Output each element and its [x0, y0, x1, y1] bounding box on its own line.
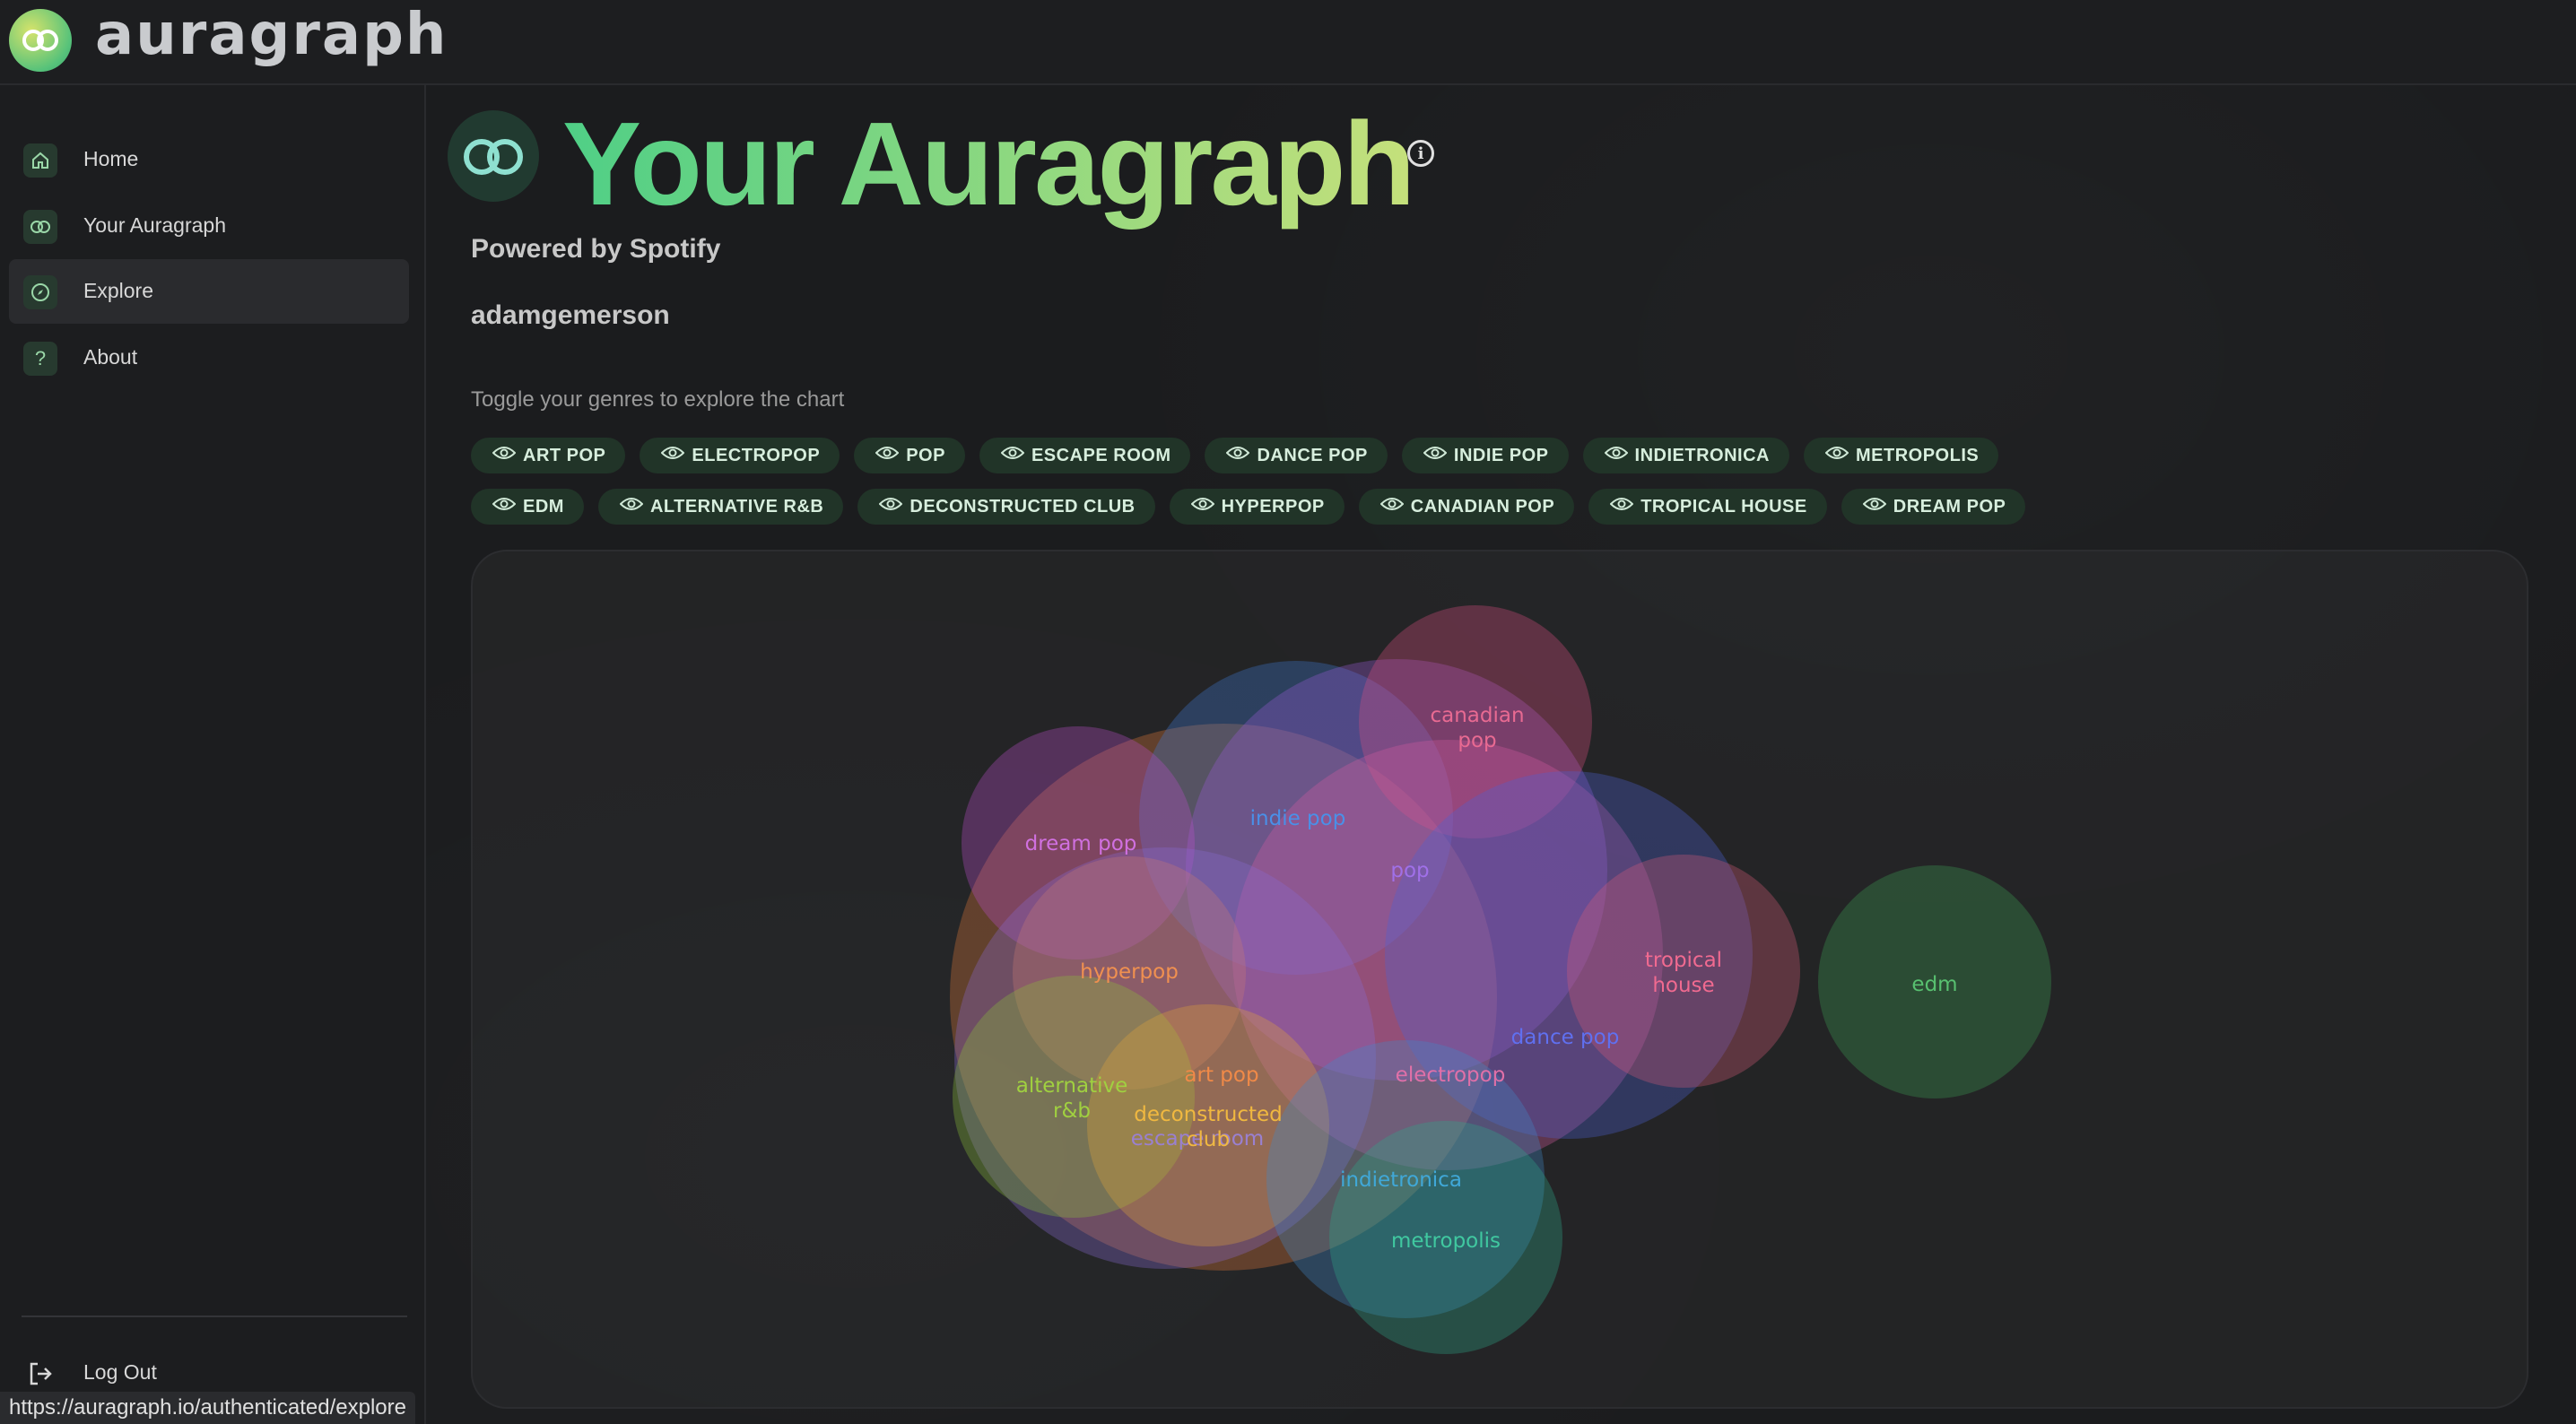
genre-chip-label: HYPERPOP	[1221, 497, 1325, 517]
eye-icon	[660, 437, 685, 473]
eye-icon	[1824, 437, 1849, 473]
sidebar: Home Your Auragraph Explore ? About Log …	[0, 85, 426, 1424]
compass-icon	[23, 275, 57, 309]
genre-chip[interactable]: EDM	[471, 489, 584, 525]
sidebar-item-about[interactable]: ? About	[9, 326, 409, 390]
genre-chip[interactable]: INDIETRONICA	[1582, 437, 1789, 473]
status-bar-url: https://auragraph.io/authenticated/explo…	[0, 1392, 415, 1424]
eye-icon	[1190, 488, 1215, 524]
bubble-label: metropolis	[1391, 1229, 1501, 1253]
top-bar: auragraph	[0, 0, 2576, 85]
logout-label: Log Out	[83, 1360, 157, 1384]
genre-chip[interactable]: DREAM POP	[1841, 489, 2026, 525]
sidebar-divider	[22, 1315, 407, 1317]
genre-chip-label: ELECTROPOP	[692, 446, 821, 465]
genre-chip-label: ALTERNATIVE R&B	[649, 497, 824, 517]
sidebar-item-explore[interactable]: Explore	[9, 259, 409, 324]
genre-chip-label: ART POP	[523, 446, 606, 465]
toggle-hint: Toggle your genres to explore the chart	[471, 387, 845, 412]
genre-chip[interactable]: ALTERNATIVE R&B	[597, 488, 844, 525]
page-title: Your Auragraph	[562, 98, 1415, 230]
eye-icon	[619, 488, 644, 524]
genre-chip-label: ESCAPE ROOM	[1031, 446, 1171, 465]
bubble-label: indie pop	[1250, 807, 1346, 830]
sidebar-item-label: Explore	[83, 279, 153, 302]
sidebar-item-label: Home	[83, 147, 139, 170]
bubble-label: art pop	[1184, 1064, 1258, 1087]
eye-icon	[1423, 437, 1448, 473]
genre-chip-label: DECONSTRUCTED CLUB	[909, 497, 1136, 517]
main-content: Your Auragraph i Powered by Spotify adam…	[426, 85, 2576, 1424]
genre-chip[interactable]: ESCAPE ROOM	[979, 438, 1191, 473]
bubble-label: edm	[1911, 973, 1957, 996]
sidebar-item-home[interactable]: Home	[9, 127, 409, 192]
eye-icon	[1862, 488, 1887, 524]
sidebar-item-label: About	[83, 345, 138, 369]
bubble-label: dance pop	[1511, 1026, 1620, 1049]
eye-icon	[875, 437, 900, 473]
genre-chip[interactable]: CANADIAN POP	[1358, 488, 1575, 525]
genre-chip[interactable]: DANCE POP	[1205, 437, 1388, 473]
rings-icon	[23, 210, 57, 244]
home-icon	[23, 143, 57, 178]
genre-chip[interactable]: INDIE POP	[1401, 437, 1569, 473]
info-icon[interactable]: i	[1407, 140, 1434, 167]
genre-chip[interactable]: METROPOLIS	[1803, 437, 1999, 473]
eye-icon	[1226, 437, 1250, 473]
genre-chip-label: INDIETRONICA	[1634, 446, 1770, 465]
bubble-label: pop	[1390, 859, 1429, 882]
genre-chip-row: EDM ALTERNATIVE R&B DECONSTRUCTED CLUB HYPE…	[471, 489, 2085, 525]
genre-chip[interactable]: ELECTROPOP	[640, 438, 840, 473]
question-icon: ?	[23, 342, 57, 376]
sidebar-item-label: Your Auragraph	[83, 213, 227, 237]
username: adamgemerson	[471, 300, 670, 330]
eye-icon	[1604, 437, 1628, 473]
genre-chip-label: TROPICAL HOUSE	[1640, 497, 1807, 517]
genre-chip[interactable]: HYPERPOP	[1169, 488, 1345, 525]
genre-chip[interactable]: POP	[854, 438, 965, 473]
bubble-label: indietronica	[1340, 1168, 1462, 1192]
eye-icon	[1379, 488, 1405, 524]
logout-icon	[23, 1357, 57, 1391]
genre-chip[interactable]: TROPICAL HOUSE	[1588, 489, 1827, 525]
auragraph-logo-icon[interactable]	[9, 9, 72, 72]
powered-by-text: Powered by Spotify	[471, 234, 721, 264]
genre-chip-list: ART POP ELECTROPOP POP ESCAPE ROOM DANCE POP…	[471, 438, 2085, 540]
genre-chip-label: EDM	[523, 497, 564, 517]
sidebar-item-your-auragraph[interactable]: Your Auragraph	[9, 194, 409, 258]
eye-icon	[1609, 488, 1634, 524]
bubble-label: electropop	[1396, 1064, 1506, 1087]
genre-chip-label: INDIE POP	[1453, 446, 1549, 465]
genre-chip[interactable]: DECONSTRUCTED CLUB	[857, 488, 1155, 525]
genre-bubble-chart: art pop indie pop pop canadian pop dream pop e…	[471, 550, 2528, 1409]
genre-chip-label: CANADIAN POP	[1410, 497, 1555, 517]
genre-chip[interactable]: ART POP	[471, 437, 626, 473]
genre-chip-label: DANCE POP	[1257, 446, 1368, 465]
eye-icon	[1000, 437, 1025, 473]
eye-icon	[878, 488, 903, 524]
bubble-label: hyperpop	[1080, 960, 1179, 984]
bubble-label: dream pop	[1025, 832, 1137, 855]
bubble-chart-svg: art popindie poppopcanadian popdream pope…	[950, 605, 2051, 1354]
genre-chip-label: DREAM POP	[1893, 497, 2006, 517]
genre-chip-row: ART POP ELECTROPOP POP ESCAPE ROOM DANCE POP…	[471, 438, 2085, 473]
genre-chip-label: POP	[906, 446, 945, 465]
eye-icon	[492, 437, 517, 473]
brand-name[interactable]: auragraph	[95, 2, 448, 68]
eye-icon	[492, 488, 517, 524]
auragraph-badge-icon	[448, 110, 539, 202]
genre-chip-label: METROPOLIS	[1855, 446, 1980, 465]
